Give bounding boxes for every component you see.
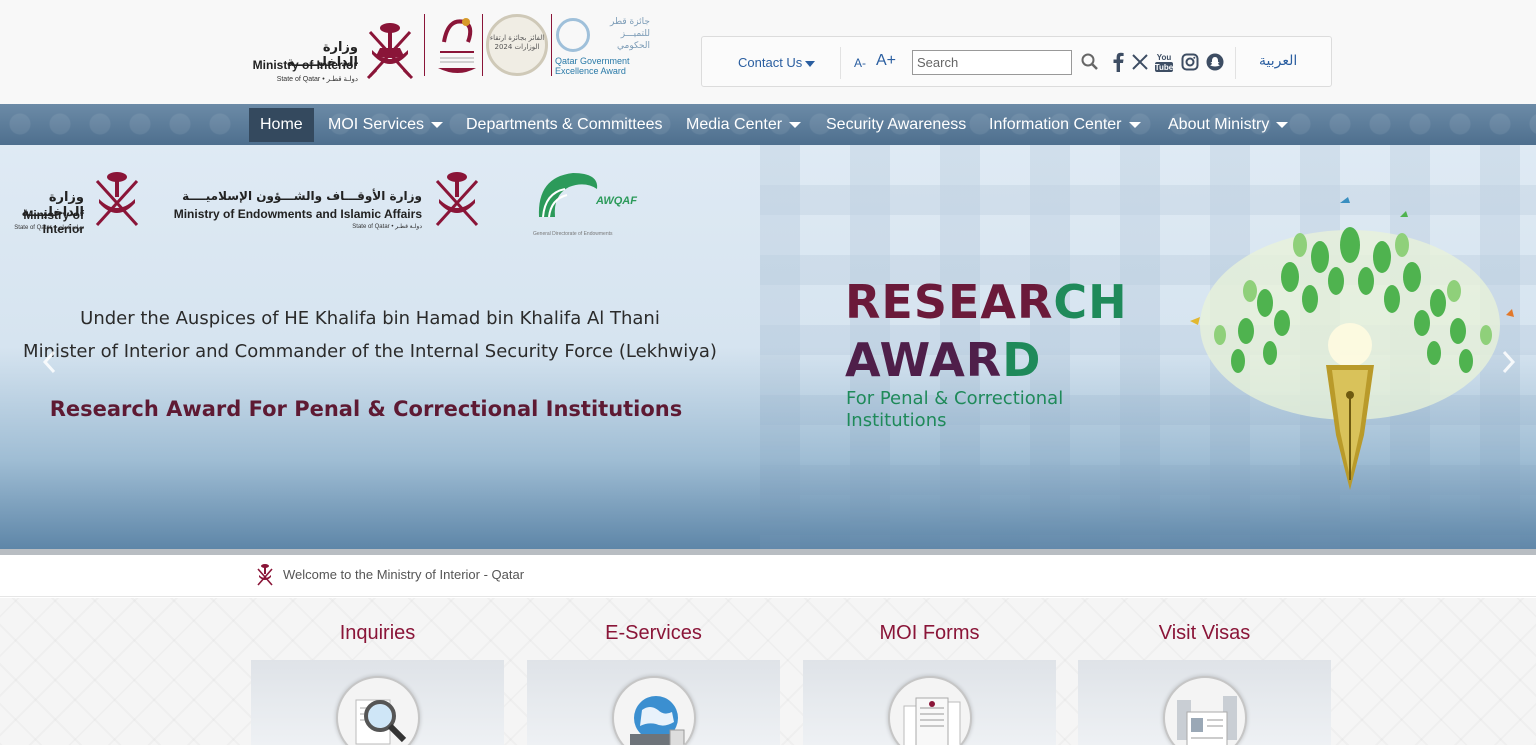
forms-document-icon: [888, 676, 972, 745]
award-badge-text: الفائز بجائزة ارتقاء الوزارات 2024: [489, 34, 545, 51]
banner-endowments-english: Ministry of Endowments and Islamic Affai…: [173, 207, 422, 221]
nav-item-departments-committees[interactable]: Departments & Committees: [466, 108, 663, 142]
caret-down-icon: [805, 60, 816, 67]
nav-item-security-awareness[interactable]: Security Awareness: [826, 108, 966, 142]
caret-down-icon: [789, 121, 802, 128]
contact-us-dropdown[interactable]: Contact Us: [738, 55, 816, 70]
excellence-award-english: Qatar Government Excellence Award: [555, 56, 630, 76]
search-icon[interactable]: [1080, 52, 1100, 72]
instagram-icon[interactable]: [1179, 50, 1201, 74]
font-increase-button[interactable]: A+: [876, 52, 896, 70]
search-input[interactable]: [912, 50, 1072, 75]
moi-logo[interactable]: وزارة الداخليـــــة Ministry of Interior…: [250, 18, 420, 83]
header-toolbar: Contact Us A- A+ YouTube العربية: [701, 36, 1332, 87]
moi-logo-subtitle: State of Qatar • دولـة قطـر: [276, 76, 358, 83]
card-e-services[interactable]: E-Services: [527, 598, 780, 745]
quick-links-section: Inquiries E-Services MOI Forms Visit Vis…: [0, 598, 1536, 745]
card-body: [803, 660, 1056, 745]
research-word: RESEARCH: [845, 275, 1128, 329]
toolbar-divider: [1235, 47, 1236, 79]
qatar-emblem-icon: [435, 172, 479, 227]
caret-down-icon: [1128, 121, 1141, 128]
card-title: E-Services: [605, 622, 702, 644]
snapchat-icon[interactable]: [1204, 50, 1226, 74]
card-title: Visit Visas: [1158, 622, 1251, 644]
banner-moi-english: Ministry of Interior: [23, 208, 84, 236]
logo-divider: [424, 14, 425, 76]
globe-laptop-icon: [612, 676, 696, 745]
toolbar-divider: [840, 47, 841, 79]
excellence-award-icon: [556, 18, 590, 52]
chevron-left-icon[interactable]: [42, 350, 58, 374]
banner-moi-sub: State of Qatar • دولـة قطـر: [14, 225, 84, 231]
excellence-award-arabic: جائزة قطر للتميـــز الحكومي: [609, 17, 650, 51]
award-subtitle: For Penal & Correctional Institutions: [846, 388, 1064, 431]
card-body: [251, 660, 504, 745]
award-word: AWARD: [845, 333, 1042, 387]
nav-item-home[interactable]: Home: [249, 108, 314, 142]
banner-endowments-arabic: وزارة الأوقـــاف والشـــؤون الإسلاميــــ…: [182, 189, 422, 203]
welcome-text: Welcome to the Ministry of Interior - Qa…: [283, 567, 525, 582]
card-visit-visas[interactable]: Visit Visas: [1078, 598, 1331, 745]
awqaf-label: AWQAF: [596, 195, 637, 207]
card-moi-forms[interactable]: MOI Forms: [803, 598, 1056, 745]
qatar-emblem-icon: [366, 23, 414, 80]
national-identity-logo-icon: [438, 18, 476, 73]
main-navigation: Home MOI Services Departments & Committe…: [0, 104, 1536, 145]
qatar-emblem-icon: [257, 564, 273, 586]
banner-endowments-sub: State of Qatar • دولـة قطـر: [352, 224, 422, 230]
card-inquiries[interactable]: Inquiries: [251, 598, 504, 745]
svg-text:Tube: Tube: [1155, 63, 1174, 72]
visa-document-icon: [1163, 676, 1247, 745]
qatar-emblem-icon: [95, 172, 139, 227]
banner-award-line: Research Award For Penal & Correctional …: [49, 397, 683, 421]
card-body: [527, 660, 780, 745]
svg-text:You: You: [1157, 53, 1172, 62]
welcome-bar: Welcome to the Ministry of Interior - Qa…: [0, 555, 1536, 597]
site-header: وزارة الداخليـــــة Ministry of Interior…: [0, 0, 1536, 104]
caret-down-icon: [431, 121, 444, 128]
moi-logo-english: Ministry of Interior: [252, 58, 358, 72]
card-title: Inquiries: [339, 622, 416, 644]
contact-us-label: Contact Us: [738, 55, 803, 70]
card-title: MOI Forms: [879, 622, 980, 644]
caret-down-icon: [1276, 121, 1289, 128]
language-switch-link[interactable]: العربية: [1259, 53, 1297, 69]
facebook-icon[interactable]: [1107, 50, 1129, 74]
awqaf-subtitle: General Directorate of Endowments: [533, 231, 613, 237]
banner-minister-text: Minister of Interior and Commander of th…: [23, 341, 717, 362]
x-icon[interactable]: [1129, 50, 1151, 74]
logo-divider: [482, 14, 483, 76]
youtube-icon[interactable]: You Tube: [1153, 50, 1175, 74]
awqaf-logo-icon: [538, 173, 598, 218]
banner-auspices-text: Under the Auspices of HE Khalifa bin Ham…: [80, 308, 660, 329]
magnifier-document-icon: [336, 676, 420, 745]
header-logos: وزارة الداخليـــــة Ministry of Interior…: [250, 10, 650, 83]
nav-item-about-ministry[interactable]: About Ministry: [1168, 108, 1289, 142]
logo-divider: [551, 14, 552, 76]
chevron-right-icon[interactable]: [1500, 350, 1516, 374]
nav-item-moi-services[interactable]: MOI Services: [328, 108, 444, 142]
hero-banner-slide[interactable]: وزارة الداخليـــة Ministry of Interior S…: [0, 145, 1536, 549]
nav-item-media-center[interactable]: Media Center: [686, 108, 802, 142]
pen-tree-illustration: [1190, 197, 1514, 490]
font-decrease-button[interactable]: A-: [854, 56, 866, 70]
nav-item-information-center[interactable]: Information Center: [989, 108, 1141, 142]
card-body: [1078, 660, 1331, 745]
